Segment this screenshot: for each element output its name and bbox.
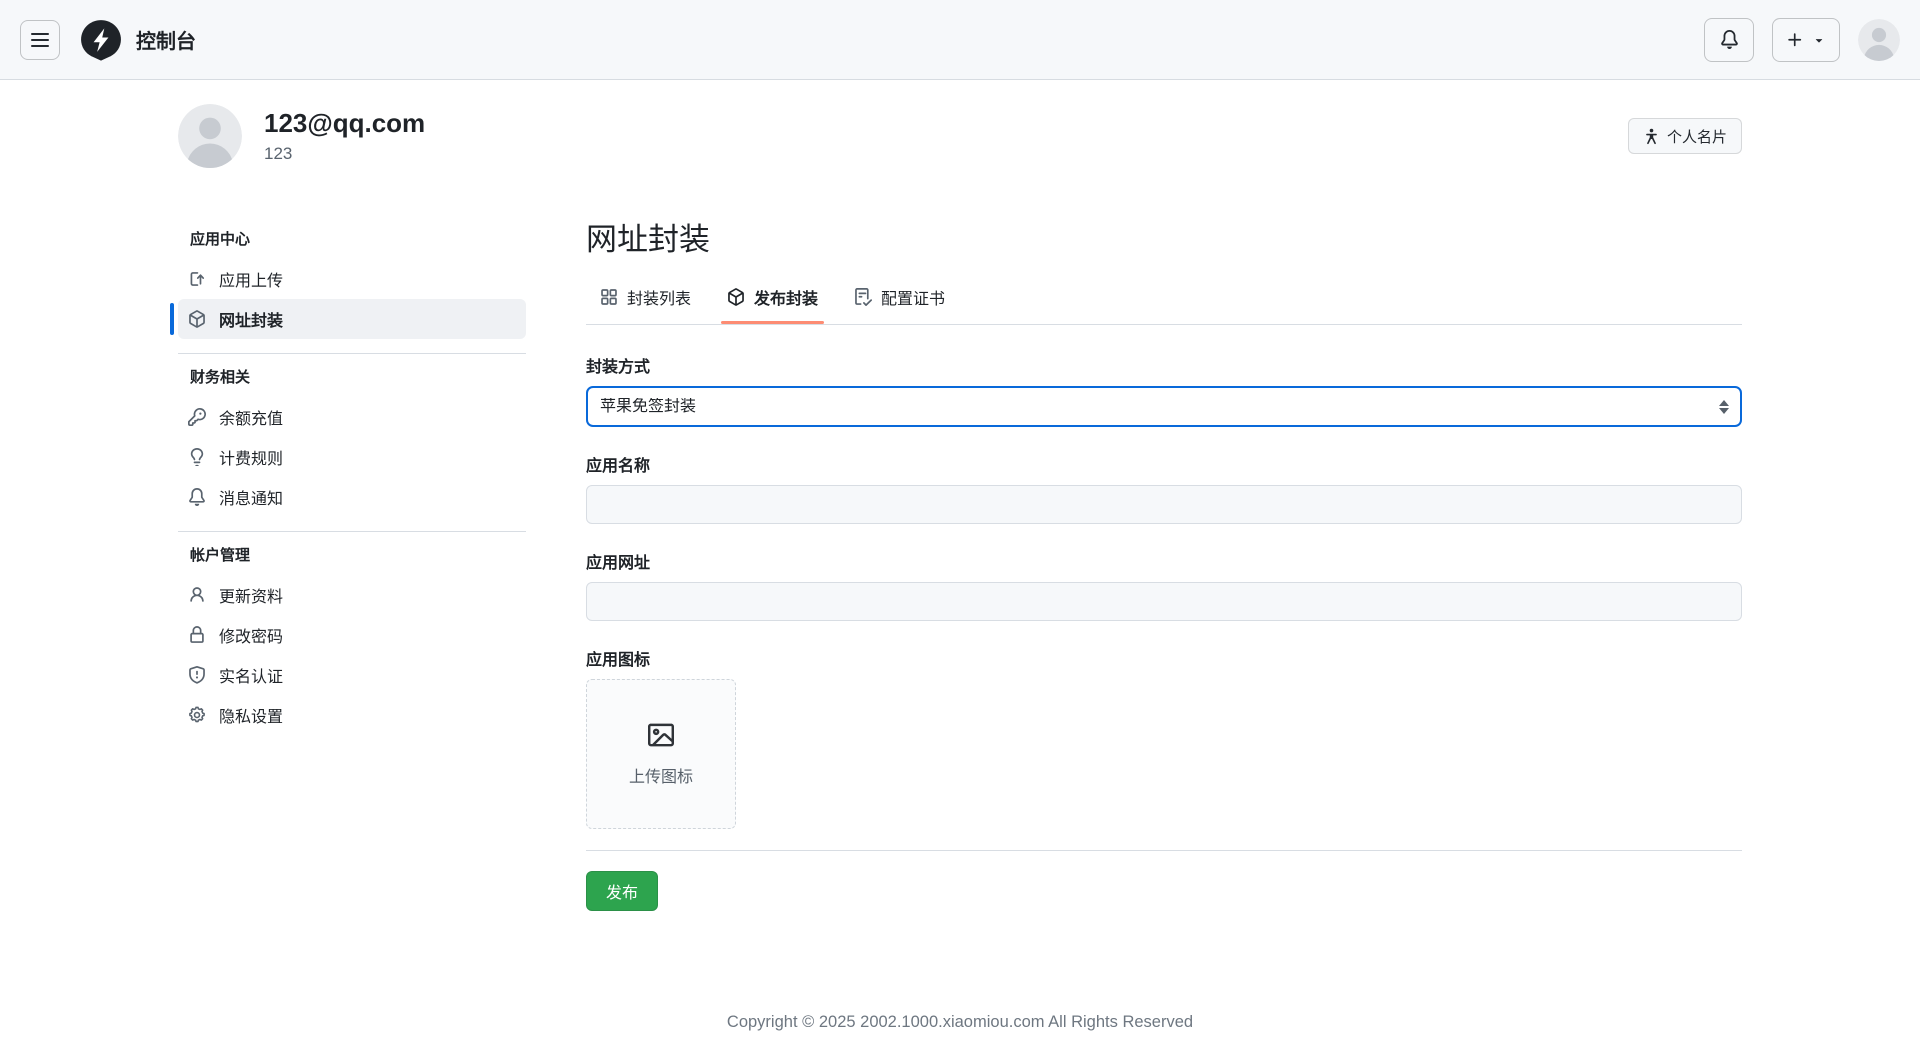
personal-card-button[interactable]: 个人名片: [1628, 118, 1742, 154]
tab-packaging-list[interactable]: 封装列表: [586, 275, 705, 324]
sidebar-item-label: 应用上传: [219, 267, 283, 291]
apps-grid-icon: [600, 288, 618, 306]
main-panel: 网址封装 封装列表: [586, 212, 1742, 911]
copyright-text: Copyright © 2025 2002.1000.xiaomiou.com …: [727, 1013, 1193, 1031]
sidebar-item-label: 更新资料: [219, 583, 283, 607]
certificate-check-icon: [854, 288, 872, 306]
tab-label: 封装列表: [627, 285, 691, 309]
tab-publish-packaging[interactable]: 发布封装: [713, 275, 832, 324]
sidebar-section-app-center: 应用中心: [190, 228, 526, 249]
upload-icon-label: 上传图标: [629, 763, 693, 787]
profile-username: 123: [264, 144, 425, 164]
shield-exclamation-icon: [188, 666, 206, 684]
publish-button[interactable]: 发布: [586, 871, 658, 911]
app-url-label: 应用网址: [586, 549, 1742, 573]
sidebar-item-label: 网址封装: [219, 307, 283, 331]
icon-upload-dropzone[interactable]: 上传图标: [586, 679, 736, 829]
app-url-input[interactable]: [586, 582, 1742, 621]
tab-label: 配置证书: [881, 285, 945, 309]
create-new-button[interactable]: [1772, 18, 1840, 62]
sidebar-item-balance-recharge[interactable]: 余额充值: [178, 397, 526, 437]
form-divider: [586, 850, 1742, 851]
sidebar-nav: 应用中心 应用上传: [178, 212, 526, 911]
tab-label: 发布封装: [754, 285, 818, 309]
app-icon-label: 应用图标: [586, 646, 1742, 670]
app-logo[interactable]: [78, 17, 124, 63]
gear-icon: [188, 706, 206, 724]
logo-lightning-icon: [79, 18, 123, 62]
user-avatar[interactable]: [1858, 19, 1900, 61]
tab-bar: 封装列表 发布封装: [586, 275, 1742, 325]
sidebar-section-finance: 财务相关: [190, 366, 526, 387]
key-icon: [188, 408, 206, 426]
sidebar-item-url-packaging[interactable]: 网址封装: [178, 299, 526, 339]
sidebar-item-notifications[interactable]: 消息通知: [178, 477, 526, 517]
hamburger-icon: [31, 39, 49, 41]
package-method-label: 封装方式: [586, 353, 1742, 377]
person-icon: [188, 586, 206, 604]
tab-configure-certificate[interactable]: 配置证书: [840, 275, 959, 324]
bell-icon: [188, 488, 206, 506]
sidebar-item-label: 实名认证: [219, 663, 283, 687]
console-app: 控制台: [0, 0, 1920, 1063]
package-method-select[interactable]: 苹果免签封装: [586, 386, 1742, 427]
header-title: 控制台: [136, 25, 196, 54]
lock-icon: [188, 626, 206, 644]
image-icon: [648, 722, 674, 748]
page-content: 123@qq.com 123 个人名片 应用中心: [178, 104, 1742, 911]
app-name-label: 应用名称: [586, 452, 1742, 476]
sidebar-item-app-upload[interactable]: 应用上传: [178, 259, 526, 299]
person-card-icon: [1643, 128, 1660, 145]
profile-avatar[interactable]: [178, 104, 242, 168]
notifications-button[interactable]: [1704, 18, 1754, 62]
profile-text: 123@qq.com 123: [264, 108, 425, 163]
caret-down-icon: [1812, 33, 1826, 47]
sidebar-item-update-profile[interactable]: 更新资料: [178, 575, 526, 615]
bell-icon: [1720, 30, 1739, 49]
plus-icon: [1786, 31, 1804, 49]
avatar-placeholder-icon: [178, 104, 242, 168]
sidebar-item-realname-auth[interactable]: 实名认证: [178, 655, 526, 695]
top-header: 控制台: [0, 0, 1920, 80]
package-icon: [188, 310, 206, 328]
sidebar-item-label: 计费规则: [219, 445, 283, 469]
publish-form: 封装方式 苹果免签封装 应用名称 应用网址: [586, 353, 1742, 911]
upload-icon: [188, 270, 206, 288]
package-icon: [727, 288, 745, 306]
sidebar-item-change-password[interactable]: 修改密码: [178, 615, 526, 655]
sidebar-item-label: 消息通知: [219, 485, 283, 509]
profile-email: 123@qq.com: [264, 108, 425, 139]
menu-button[interactable]: [20, 20, 60, 60]
sidebar-divider: [178, 353, 526, 354]
avatar-placeholder-icon: [1858, 19, 1900, 61]
package-method-select-wrap: 苹果免签封装: [586, 386, 1742, 427]
sidebar-item-label: 修改密码: [219, 623, 283, 647]
profile-header: 123@qq.com 123 个人名片: [178, 104, 1742, 168]
app-name-input[interactable]: [586, 485, 1742, 524]
sidebar-item-privacy-settings[interactable]: 隐私设置: [178, 695, 526, 735]
sidebar-divider: [178, 531, 526, 532]
personal-card-label: 个人名片: [1667, 126, 1727, 147]
sidebar-item-label: 隐私设置: [219, 703, 283, 727]
page-footer: Copyright © 2025 2002.1000.xiaomiou.com …: [0, 1013, 1920, 1063]
sidebar-item-billing-rules[interactable]: 计费规则: [178, 437, 526, 477]
lightbulb-icon: [188, 448, 206, 466]
sidebar-item-label: 余额充值: [219, 405, 283, 429]
page-title: 网址封装: [586, 214, 1742, 259]
sidebar-section-account: 帐户管理: [190, 544, 526, 565]
